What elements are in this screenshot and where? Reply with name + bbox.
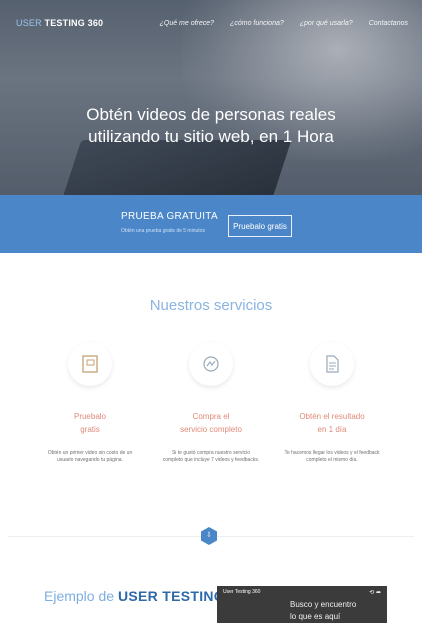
- service-text-result-line2: completo el mismo día.: [306, 457, 358, 463]
- hero-headline-line2: utilizando tu sitio web, en 1 Hora: [88, 127, 334, 146]
- top-navigation: USER TESTING 360 ¿Qué me ofrece? ¿cómo f…: [0, 0, 422, 46]
- service-text-free: Obtén un primer video sin costo de un us…: [40, 450, 140, 464]
- service-title-buy-line2: servicio completo: [180, 425, 242, 434]
- trial-banner: [0, 195, 422, 253]
- example-prefix: Ejemplo de: [44, 588, 115, 604]
- service-text-buy: Si te gustó compra nuestro servicio comp…: [161, 450, 261, 464]
- nav-item-por-que[interactable]: ¿por qué usarla?: [300, 20, 353, 27]
- service-title-buy-line1: Compra el: [192, 412, 230, 421]
- video-overlay-text: Busco y encuentro lo que es aquí: [290, 599, 356, 623]
- service-text-result-line1: Te hacemos llegar los videos y el feedba…: [284, 450, 380, 456]
- video-title: User Testing 360: [223, 589, 261, 595]
- video-overlay-line1: Busco y encuentro: [290, 600, 357, 609]
- services-heading: Nuestros servicios: [149, 297, 273, 314]
- service-text-result: Te hacemos llegar los videos y el feedba…: [282, 450, 382, 464]
- chart-icon: [189, 342, 233, 386]
- nav-menu: ¿Qué me ofrece? ¿cómo funciona? ¿por qué…: [160, 20, 408, 27]
- document-icon: [310, 342, 354, 386]
- share-icon[interactable]: ⟲ ➦: [369, 589, 381, 596]
- service-text-buy-line1: Si te gustó compra nuestro servicio: [171, 450, 251, 456]
- service-text-free-line1: Obtén un primer video sin costo de un: [47, 450, 133, 456]
- logo-prefix: USER: [16, 18, 42, 28]
- service-title-result-line2: en 1 día: [317, 425, 347, 434]
- logo-name: TESTING 360: [44, 18, 104, 28]
- service-title-result: Obtén el resultado en 1 día: [277, 410, 387, 436]
- scroll-down-button[interactable]: ⇩: [201, 527, 217, 545]
- service-title-free: Pruebalo gratis: [35, 410, 145, 436]
- video-player[interactable]: User Testing 360 ⟲ ➦ Busco y encuentro l…: [217, 586, 387, 623]
- service-title-result-line1: Obtén el resultado: [299, 412, 365, 421]
- nav-item-contactanos[interactable]: Contactanos: [369, 20, 408, 27]
- service-title-buy: Compra el servicio completo: [156, 410, 266, 436]
- service-title-free-line1: Pruebalo: [73, 412, 107, 421]
- arrow-down-icon: ⇩: [206, 532, 212, 539]
- nav-item-como-funciona[interactable]: ¿cómo funciona?: [230, 20, 284, 27]
- service-title-free-line2: gratis: [80, 425, 100, 434]
- trial-title: PRUEBA GRATUITA: [121, 211, 218, 222]
- book-icon: [68, 342, 112, 386]
- trial-subtitle: Obtén una prueba gratis de 5 minutos: [121, 228, 205, 234]
- hero-headline: Obtén videos de personas reales utilizan…: [0, 104, 422, 148]
- service-text-buy-line2: completo que incluye 7 videos y feedback…: [162, 457, 260, 463]
- logo[interactable]: USER TESTING 360: [16, 18, 103, 28]
- service-text-free-line2: usuario navegando tu página.: [57, 457, 123, 463]
- video-overlay-line2: lo que es aquí: [290, 612, 341, 621]
- hero-headline-line1: Obtén videos de personas reales: [86, 105, 336, 124]
- nav-item-que-ofrece[interactable]: ¿Qué me ofrece?: [160, 20, 214, 27]
- try-free-button[interactable]: Pruebalo gratis: [228, 215, 292, 237]
